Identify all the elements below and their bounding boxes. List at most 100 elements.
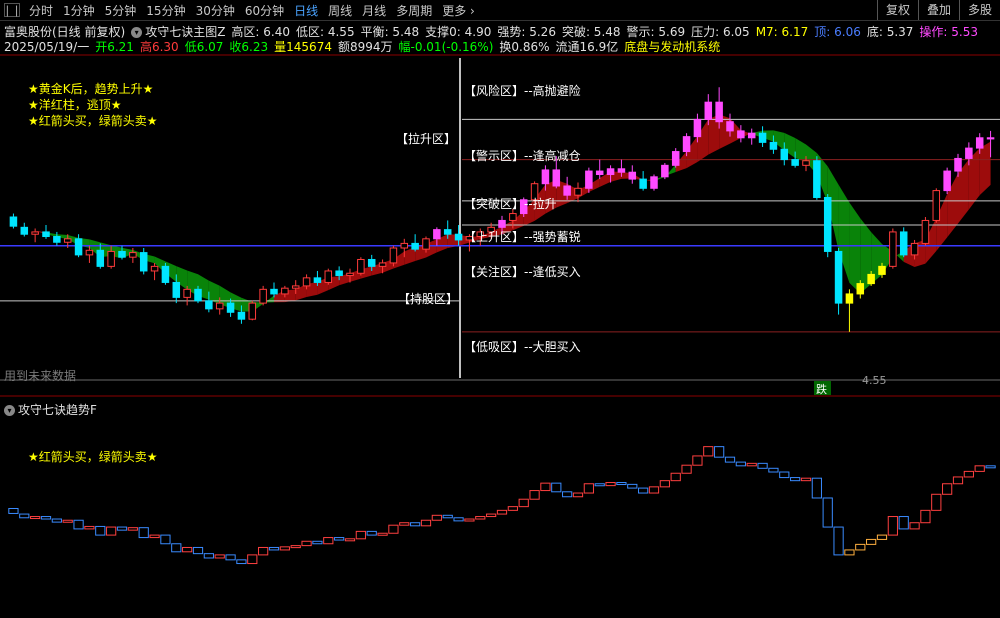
sub-step-bar	[344, 538, 356, 542]
sub-step-bar	[312, 540, 323, 545]
candle-body	[194, 288, 202, 302]
candle-body	[270, 288, 278, 295]
hold-zone-label: 【持股区】	[398, 291, 458, 306]
candle-body	[281, 287, 289, 295]
candle-body	[910, 242, 919, 256]
sub-step-bar	[866, 538, 877, 545]
sub-step-bar	[19, 513, 30, 519]
candle-body	[20, 226, 29, 235]
sub-step-bar	[790, 477, 801, 482]
candle-body	[671, 151, 680, 166]
sub-step-bar	[594, 483, 605, 487]
sub-panel-steps	[8, 446, 996, 565]
candle-body	[715, 101, 723, 123]
candle-body	[150, 265, 159, 272]
sub-step-bar	[496, 509, 508, 515]
sub-step-bar	[963, 470, 974, 478]
candle-body	[954, 157, 962, 172]
candle-body	[107, 250, 115, 267]
candle-body	[878, 265, 886, 275]
sub-step-bar	[952, 476, 964, 485]
candle-body	[585, 170, 593, 189]
candle-body	[367, 258, 376, 267]
candle-body	[96, 249, 105, 267]
sub-step-bar	[355, 530, 366, 540]
sub-step-bar	[583, 483, 594, 494]
candle-body	[986, 137, 995, 140]
sub-step-bar	[95, 525, 106, 536]
zone-risk: 【风险区】--高抛避险	[464, 83, 581, 98]
sub-step-bar	[974, 465, 985, 472]
sub-step-bar	[40, 516, 52, 520]
candle-body	[682, 136, 691, 153]
sub-step-bar	[62, 519, 73, 523]
candle-body	[747, 132, 756, 139]
candle-body	[791, 159, 799, 166]
sub-step-bar	[692, 455, 703, 466]
candle-body	[259, 288, 267, 304]
sub-step-bar	[279, 546, 290, 551]
sub-step-bar	[84, 525, 95, 530]
candle-body	[205, 300, 213, 310]
sub-step-bar	[529, 490, 540, 500]
future-data-note: 用到未来数据	[4, 368, 76, 383]
sub-step-bar	[388, 524, 399, 534]
sub-step-bar	[203, 553, 214, 559]
sub-step-bar	[420, 519, 432, 527]
candle-body	[606, 168, 615, 176]
sub-step-bar	[247, 554, 258, 565]
candle-body	[889, 231, 897, 267]
candle-body	[617, 168, 626, 173]
trend-band-segment	[979, 141, 991, 196]
sub-step-bar	[659, 480, 670, 488]
candle-body	[823, 196, 832, 252]
zone-warning: 【警示区】--逢高减仓	[464, 148, 581, 163]
candle-body	[921, 219, 930, 244]
chevron-down-icon[interactable]: ▾	[4, 405, 15, 416]
candle-body	[31, 231, 39, 235]
sub-step-bar	[73, 519, 84, 530]
candle-body	[85, 249, 94, 256]
candle-body	[769, 141, 778, 150]
sub-step-bar	[106, 526, 117, 536]
trend-band-segment	[849, 202, 861, 294]
candle-body	[867, 273, 875, 285]
sub-step-bar	[681, 464, 692, 474]
zone-rising: 【上升区】--强势蓄锐	[464, 230, 581, 244]
sub-step-bar	[486, 513, 497, 518]
sub-step-bar	[334, 537, 345, 541]
sub-note-arrows: ★红箭头买，绿箭头卖★	[28, 449, 158, 464]
sub-step-bar	[855, 543, 866, 551]
sub-step-bar	[301, 540, 312, 547]
candle-body	[389, 247, 398, 264]
sub-step-bar	[366, 530, 377, 536]
sub-step-bar	[377, 532, 388, 536]
note-magenta: ★洋红柱，逃顶★	[28, 97, 122, 112]
sub-step-bar	[638, 487, 649, 494]
candle-body	[53, 236, 61, 243]
sub-panel-title[interactable]: 攻守七诀趋势F	[18, 403, 97, 417]
zone-low-buy: 【低吸区】--大胆买入	[464, 340, 581, 354]
candle-body	[726, 121, 734, 132]
candle-body	[357, 258, 365, 274]
candle-body	[129, 252, 137, 258]
sub-step-bar	[268, 546, 280, 551]
sub-step-bar	[30, 516, 41, 520]
chart-annotations: ★黄金K后，趋势上升★ ★洋红柱，逃顶★ ★红箭头买，绿箭头卖★ 【风险区】--…	[4, 81, 887, 464]
sub-step-bar	[985, 465, 996, 469]
candle-body	[975, 137, 984, 149]
sub-step-bar	[410, 522, 421, 527]
candle-body	[780, 148, 789, 161]
candle-body	[378, 262, 387, 267]
candle-body	[965, 147, 973, 159]
kline-chart[interactable]: ★黄金K后，趋势上升★ ★洋红柱，逃顶★ ★红箭头买，绿箭头卖★ 【风险区】--…	[0, 0, 1000, 618]
candle-body	[237, 311, 246, 320]
sub-step-bar	[942, 483, 953, 495]
candle-body	[411, 242, 419, 250]
candle-body	[574, 187, 582, 196]
candle-body	[704, 101, 713, 120]
sub-step-bar	[551, 482, 562, 493]
sub-step-bar	[8, 508, 19, 514]
candle-body	[737, 130, 745, 139]
candle-body	[183, 288, 191, 298]
